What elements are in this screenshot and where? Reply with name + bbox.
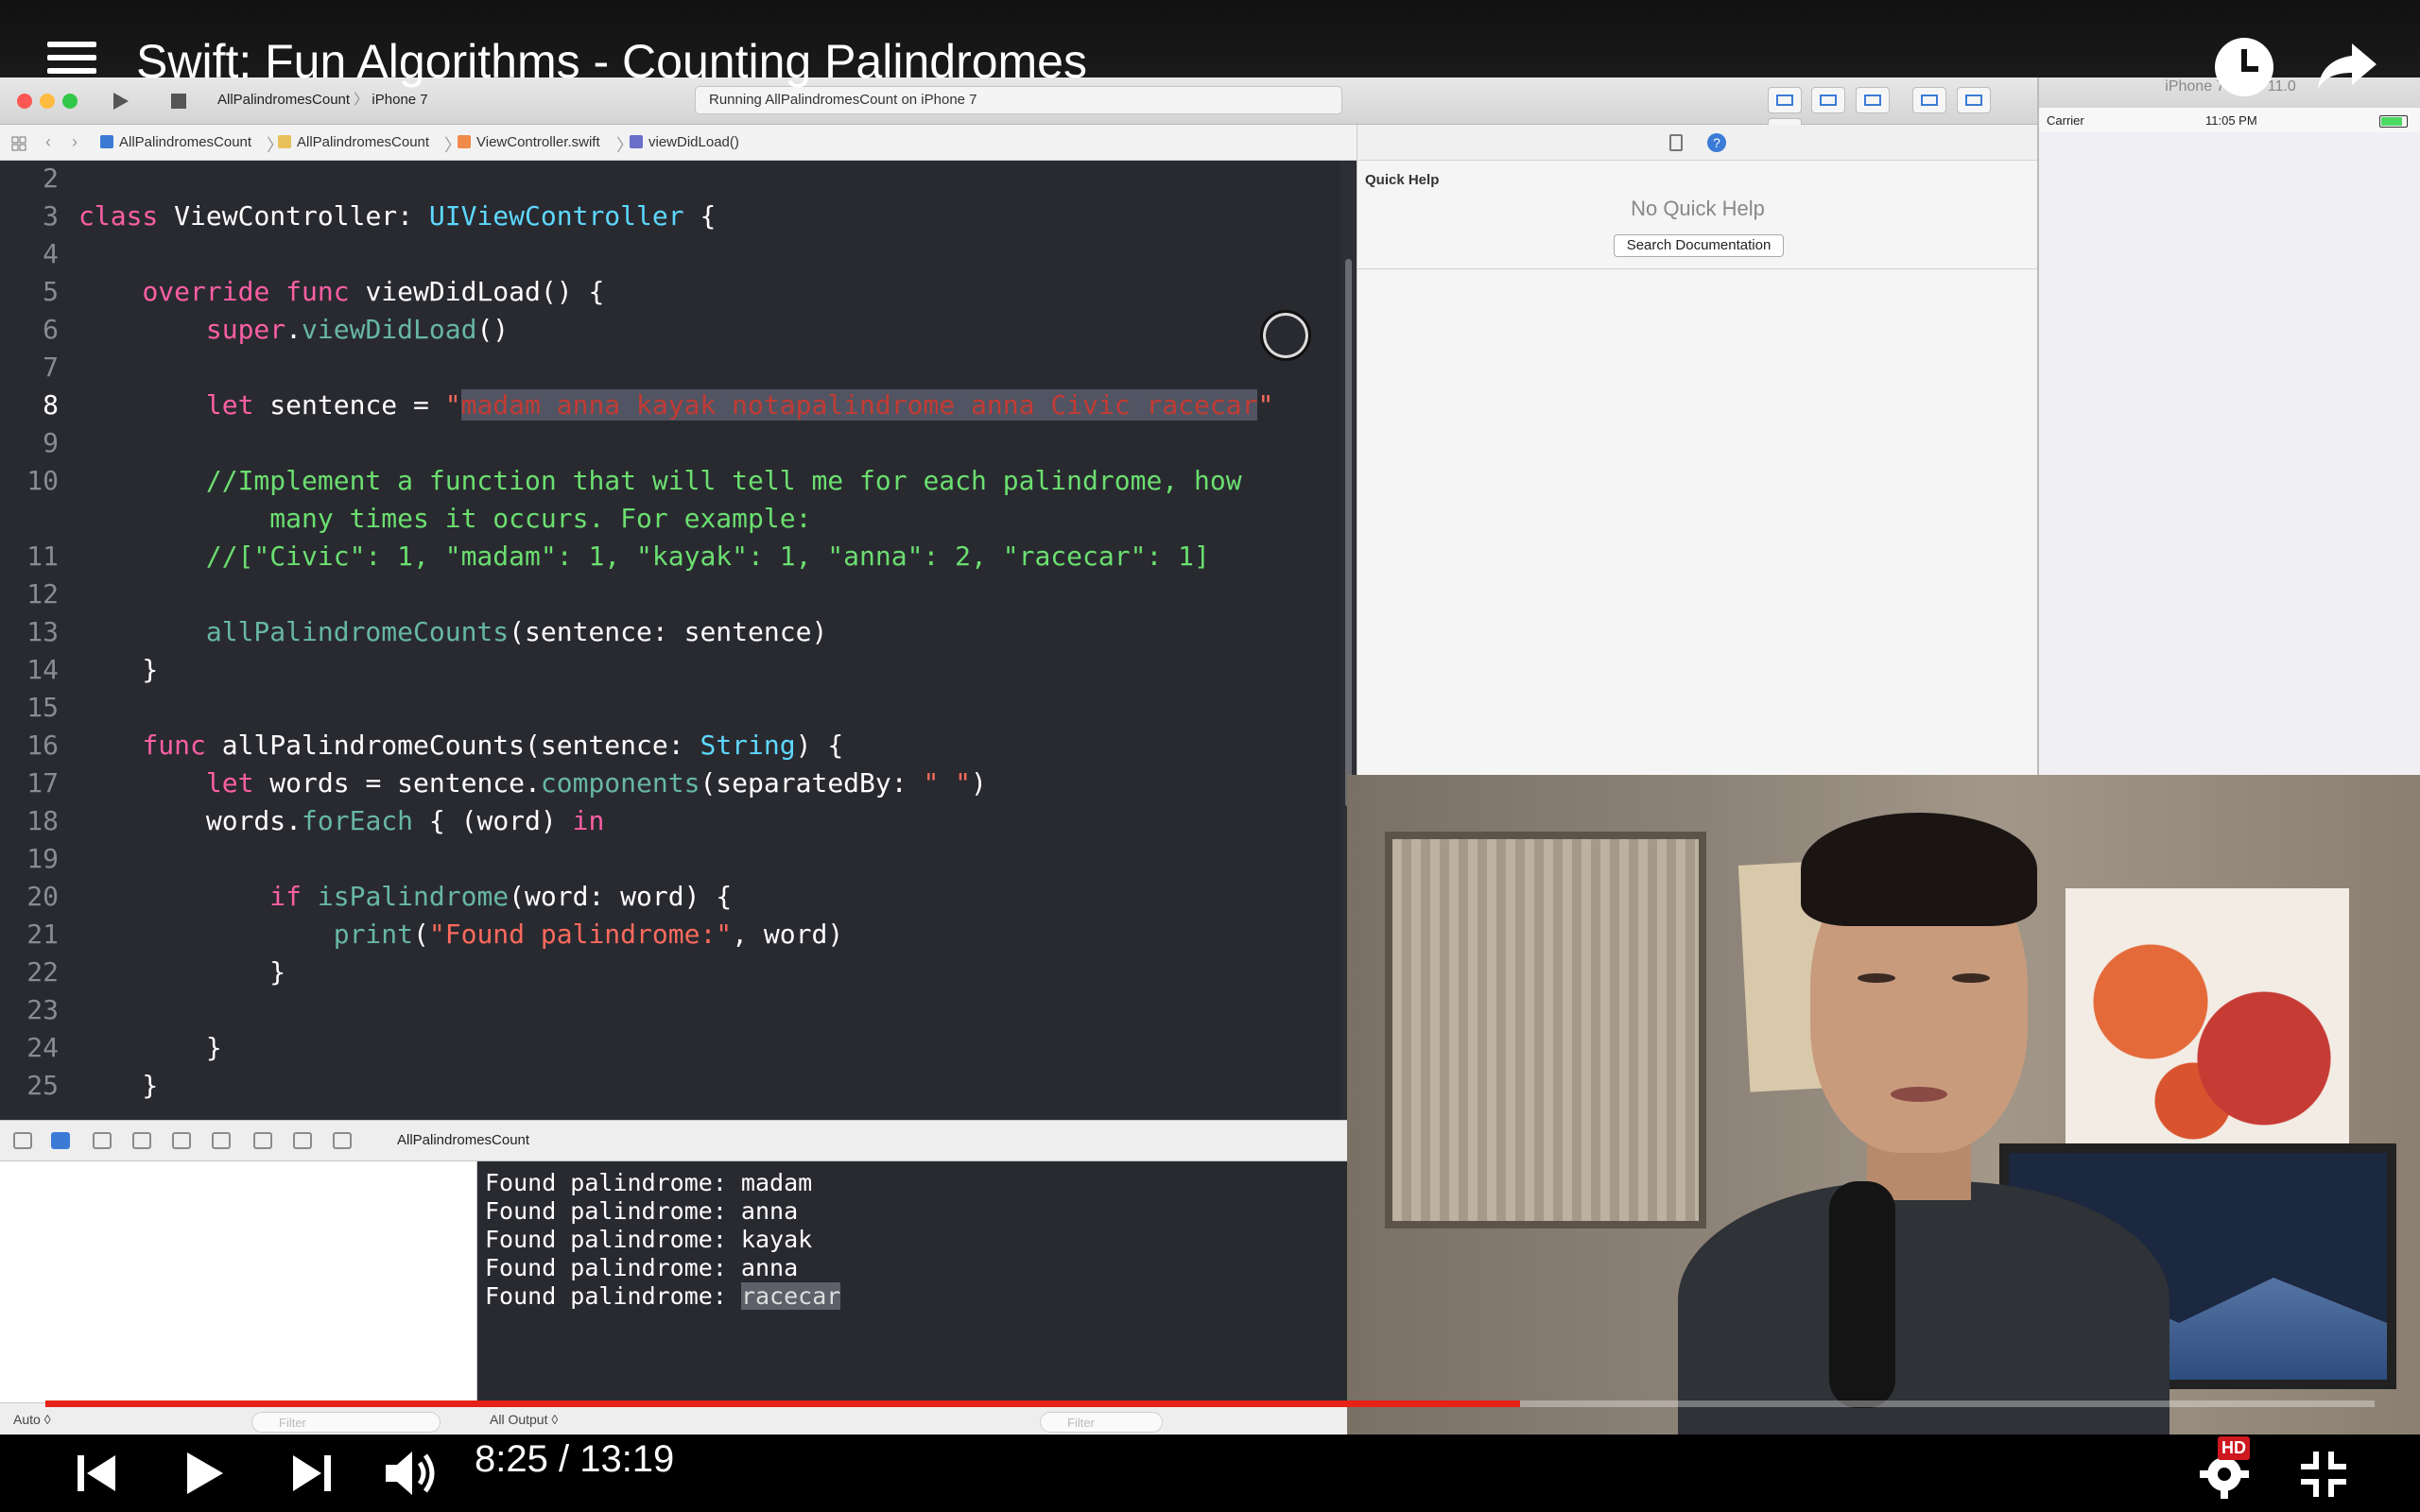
- swift-file-icon: [458, 135, 471, 148]
- menu-icon[interactable]: [47, 42, 96, 79]
- seek-bar[interactable]: [45, 1400, 2375, 1407]
- time-display: 8:25 / 13:19: [475, 1438, 675, 1480]
- carrier-label: Carrier: [2047, 113, 2084, 128]
- next-icon[interactable]: [289, 1452, 333, 1495]
- exit-fullscreen-icon[interactable]: [2299, 1450, 2348, 1499]
- hd-badge: HD: [2218, 1436, 2250, 1460]
- console-line: Found palindrome: madam: [485, 1169, 813, 1196]
- version-editor-button[interactable]: [1855, 87, 1890, 113]
- step-in-icon[interactable]: [172, 1132, 191, 1149]
- device-name: iPhone 7: [372, 92, 428, 108]
- breadcrumb-method[interactable]: viewDidLoad(): [630, 134, 739, 150]
- navigator-toggle-button[interactable]: [1912, 87, 1947, 113]
- console-line: Found palindrome: kayak: [485, 1226, 813, 1253]
- video-title[interactable]: Swift: Fun Algorithms - Counting Palindr…: [136, 34, 1087, 89]
- mouse-cursor: [1260, 310, 1311, 361]
- back-icon[interactable]: ‹: [45, 132, 51, 152]
- folder-icon: [278, 135, 291, 148]
- debug-area-toggle-button[interactable]: [1956, 87, 1991, 113]
- variables-view[interactable]: [0, 1161, 477, 1426]
- inspector-tabs: ?: [1357, 125, 2038, 161]
- breadcrumb-file[interactable]: ViewController.swift: [458, 134, 600, 150]
- related-items-icon[interactable]: [11, 136, 26, 151]
- webcam-overlay: [1347, 775, 2420, 1435]
- assistant-editor-button[interactable]: [1811, 87, 1846, 113]
- scheme-selector[interactable]: AllPalindromesCount 〉 iPhone 7: [217, 89, 428, 109]
- window-blinds: [1385, 832, 1706, 1228]
- minimize-window-button[interactable]: [40, 94, 55, 109]
- run-icon[interactable]: [110, 91, 130, 112]
- step-out-icon[interactable]: [212, 1132, 231, 1149]
- location-icon[interactable]: [333, 1132, 352, 1149]
- zoom-window-button[interactable]: [62, 94, 78, 109]
- view-debugger-icon[interactable]: [253, 1132, 272, 1149]
- watch-later-icon[interactable]: [2215, 38, 2273, 96]
- variables-filter-input[interactable]: Filter: [251, 1412, 441, 1433]
- console-line: Found palindrome: anna: [485, 1254, 799, 1281]
- close-window-button[interactable]: [17, 94, 32, 109]
- jump-bar: ‹ › AllPalindromesCount 〉 AllPalindromes…: [0, 125, 1357, 161]
- video-top-bar: Swift: Fun Algorithms - Counting Palindr…: [0, 0, 2420, 96]
- output-select[interactable]: All Output ◊: [490, 1412, 558, 1427]
- quick-help-icon[interactable]: ?: [1707, 133, 1726, 152]
- selected-text: racecar: [740, 1282, 841, 1310]
- file-inspector-icon[interactable]: [1669, 134, 1683, 151]
- microphone: [1829, 1181, 1895, 1408]
- step-over-icon[interactable]: [132, 1132, 151, 1149]
- play-icon[interactable]: [182, 1450, 227, 1497]
- forward-icon[interactable]: ›: [72, 132, 78, 152]
- quick-help-title: Quick Help: [1365, 172, 1440, 188]
- played-progress: [45, 1400, 1520, 1407]
- total-time: 13:19: [579, 1438, 675, 1480]
- no-quick-help-text: No Quick Help: [1631, 197, 1765, 220]
- scheme-name: AllPalindromesCount: [217, 92, 351, 108]
- debug-filter-bar: Auto ◊ Filter All Output ◊ Filter: [0, 1402, 1347, 1435]
- console-output[interactable]: Found palindrome: madam Found palindrome…: [477, 1161, 1347, 1426]
- console-line: Found palindrome: racecar: [485, 1282, 841, 1310]
- current-time: 8:25: [475, 1438, 548, 1480]
- search-documentation-button[interactable]: Search Documentation: [1614, 234, 1784, 257]
- presenter: [1678, 813, 2169, 1435]
- hide-debug-area-icon[interactable]: [13, 1132, 32, 1149]
- memory-graph-icon[interactable]: [293, 1132, 312, 1149]
- project-icon: [100, 135, 113, 148]
- standard-editor-button[interactable]: [1768, 87, 1802, 113]
- share-icon[interactable]: [2314, 38, 2380, 94]
- stop-icon[interactable]: [168, 91, 189, 112]
- variables-scope-select[interactable]: Auto ◊: [13, 1412, 51, 1427]
- previous-icon[interactable]: [76, 1452, 119, 1495]
- breadcrumb-project[interactable]: AllPalindromesCount: [100, 134, 251, 150]
- debug-bar: AllPalindromesCount: [0, 1120, 1347, 1161]
- ios-status-bar: Carrier 11:05 PM: [2039, 108, 2420, 132]
- battery-icon: [2379, 115, 2408, 128]
- status-clock: 11:05 PM: [2205, 113, 2257, 128]
- breadcrumb-group[interactable]: AllPalindromesCount: [278, 134, 429, 150]
- volume-icon[interactable]: [382, 1448, 439, 1499]
- pause-icon[interactable]: [93, 1132, 112, 1149]
- breakpoints-icon[interactable]: [51, 1132, 70, 1149]
- console-line: Found palindrome: anna: [485, 1197, 799, 1225]
- debug-target: AllPalindromesCount: [397, 1132, 530, 1148]
- player-controls: [0, 1435, 2420, 1512]
- method-icon: [630, 135, 643, 148]
- console-filter-input[interactable]: Filter: [1040, 1412, 1163, 1433]
- ios-simulator[interactable]: iPhone 7 - iOS 11.0 Carrier 11:05 PM: [2037, 68, 2420, 775]
- source-editor[interactable]: 2 3 class ViewController: UIViewControlle…: [0, 161, 1340, 1120]
- activity-status: Running AllPalindromesCount on iPhone 7: [695, 86, 1342, 114]
